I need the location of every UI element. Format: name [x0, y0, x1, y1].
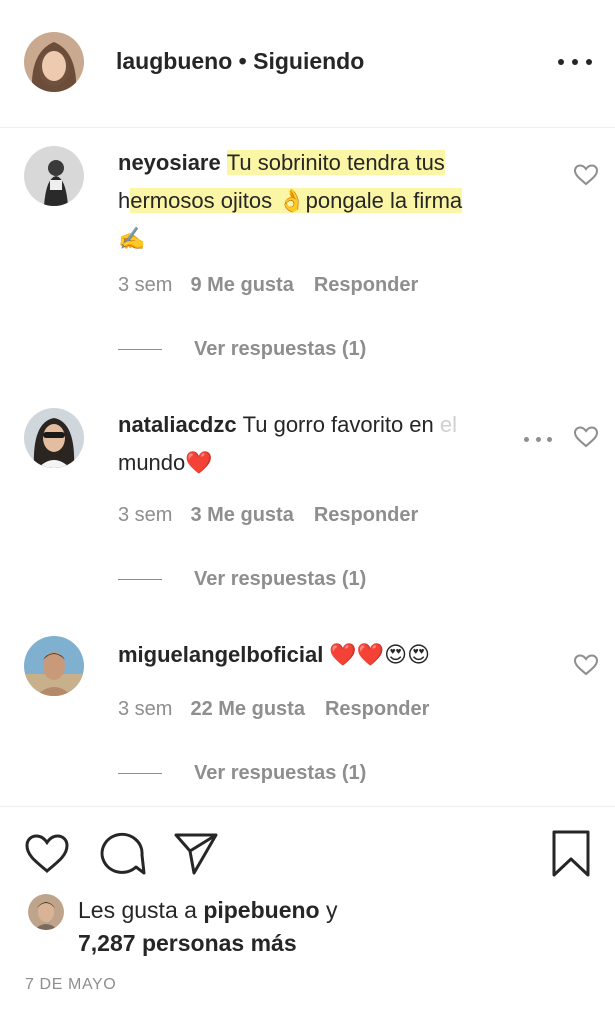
comment-meta: 3 sem 9 Me gusta Responder	[118, 274, 418, 297]
comment-options-icon[interactable]	[524, 434, 552, 444]
liker-username[interactable]: pipebueno	[203, 897, 319, 923]
follow-status[interactable]: Siguiendo	[253, 48, 364, 74]
comment-bubble-icon[interactable]	[98, 831, 146, 877]
view-replies-button[interactable]: Ver respuestas (1)	[118, 338, 366, 361]
comment-text: nataliacdzc Tu gorro favorito en el mundo…	[118, 412, 458, 475]
writing-hand-emoji: ✍️	[118, 226, 146, 251]
replies-divider-line	[118, 349, 162, 350]
paper-plane-icon[interactable]	[172, 831, 220, 877]
comment-likes[interactable]: 9 Me gusta	[190, 274, 293, 296]
comment-time[interactable]: 3 sem	[118, 698, 172, 720]
commenter-avatar[interactable]	[24, 146, 84, 206]
hearts-emoji: ❤️❤️😍😍	[329, 642, 431, 667]
post-header: laugbueno • Siguiendo	[0, 0, 615, 128]
comment-likes[interactable]: 3 Me gusta	[190, 504, 293, 526]
comment-username[interactable]: nataliacdzc	[118, 412, 237, 437]
separator-dot: •	[238, 48, 247, 74]
reply-button[interactable]: Responder	[325, 698, 429, 720]
reply-button[interactable]: Responder	[314, 274, 418, 296]
comment-text: neyosiare Tu sobrinito tendra tus hermoso…	[118, 150, 463, 251]
more-horizontal-icon[interactable]	[558, 52, 592, 72]
bookmark-icon[interactable]	[550, 829, 592, 879]
comment-meta: 3 sem 3 Me gusta Responder	[118, 504, 418, 527]
view-replies-button[interactable]: Ver respuestas (1)	[118, 762, 366, 785]
replies-divider-line	[118, 773, 162, 774]
comment-username[interactable]: miguelangelboficial	[118, 642, 323, 667]
author-username[interactable]: laugbueno	[116, 48, 232, 74]
ok-hand-emoji: 👌	[278, 188, 306, 213]
comment-text: miguelangelboficial ❤️❤️😍😍	[118, 636, 558, 674]
comment-like-heart-icon[interactable]	[573, 164, 599, 186]
liker-avatar[interactable]	[28, 894, 64, 930]
header-title: laugbueno • Siguiendo	[116, 48, 364, 75]
replies-divider-line	[118, 579, 162, 580]
comment-meta: 3 sem 22 Me gusta Responder	[118, 698, 429, 721]
comment-like-heart-icon[interactable]	[573, 426, 599, 448]
commenter-avatar[interactable]	[24, 636, 84, 696]
heart-icon[interactable]	[24, 833, 70, 875]
reply-button[interactable]: Responder	[314, 504, 418, 526]
comment-time[interactable]: 3 sem	[118, 274, 172, 296]
comment-username[interactable]: neyosiare	[118, 150, 221, 175]
view-replies-button[interactable]: Ver respuestas (1)	[118, 568, 366, 591]
comment-likes[interactable]: 22 Me gusta	[190, 698, 304, 720]
likes-count[interactable]: 7,287 personas más	[78, 930, 297, 956]
comment-like-heart-icon[interactable]	[573, 654, 599, 676]
red-heart-emoji: ❤️	[185, 450, 213, 475]
commenter-avatar[interactable]	[24, 408, 84, 468]
likes-summary: Les gusta a pipebueno y 7,287 personas m…	[78, 897, 338, 956]
author-avatar[interactable]	[24, 32, 84, 92]
post-date[interactable]: 7 DE MAYO	[25, 976, 116, 994]
comment-time[interactable]: 3 sem	[118, 504, 172, 526]
